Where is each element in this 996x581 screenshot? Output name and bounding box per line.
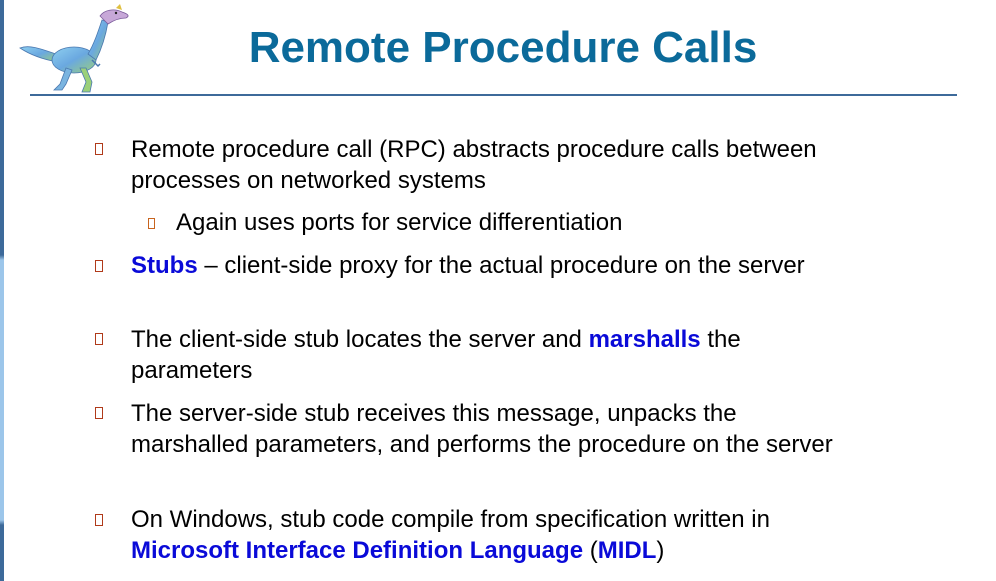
bullet-rpc-definition: Remote procedure call (RPC) abstracts pr…	[131, 134, 851, 196]
bullet-text: (	[583, 537, 598, 564]
bullet-stubs: Stubs – client-side proxy for the actual…	[131, 250, 851, 281]
bullet-text: The server-side stub receives this messa…	[131, 400, 833, 458]
keyword-midl: MIDL	[597, 537, 657, 564]
hollow-square-bullet-icon	[95, 260, 103, 272]
bullet-text: Again uses ports for service differentia…	[176, 209, 623, 236]
hollow-square-bullet-icon	[95, 514, 103, 526]
bullet-text: On Windows, stub code compile from speci…	[131, 506, 770, 533]
bullet-client-stub: The client-side stub locates the server …	[131, 324, 851, 386]
bullet-ports-differentiation: Again uses ports for service differentia…	[176, 207, 856, 238]
bullet-server-stub: The server-side stub receives this messa…	[131, 398, 851, 460]
keyword-stubs: Stubs	[131, 252, 198, 279]
keyword-midl-full: Microsoft Interface Definition Language	[131, 537, 584, 564]
hollow-square-bullet-icon	[95, 333, 103, 345]
hollow-square-bullet-icon	[148, 218, 155, 229]
bullet-text: )	[656, 537, 665, 564]
slide-body: Remote procedure call (RPC) abstracts pr…	[0, 0, 996, 581]
keyword-marshalls: marshalls	[588, 326, 701, 353]
hollow-square-bullet-icon	[95, 407, 103, 419]
bullet-text: Remote procedure call (RPC) abstracts pr…	[131, 136, 817, 194]
bullet-windows-midl: On Windows, stub code compile from speci…	[131, 504, 851, 566]
bullet-text: – client-side proxy for the actual proce…	[197, 252, 805, 279]
bullet-text: The client-side stub locates the server …	[131, 326, 589, 353]
hollow-square-bullet-icon	[95, 143, 103, 155]
